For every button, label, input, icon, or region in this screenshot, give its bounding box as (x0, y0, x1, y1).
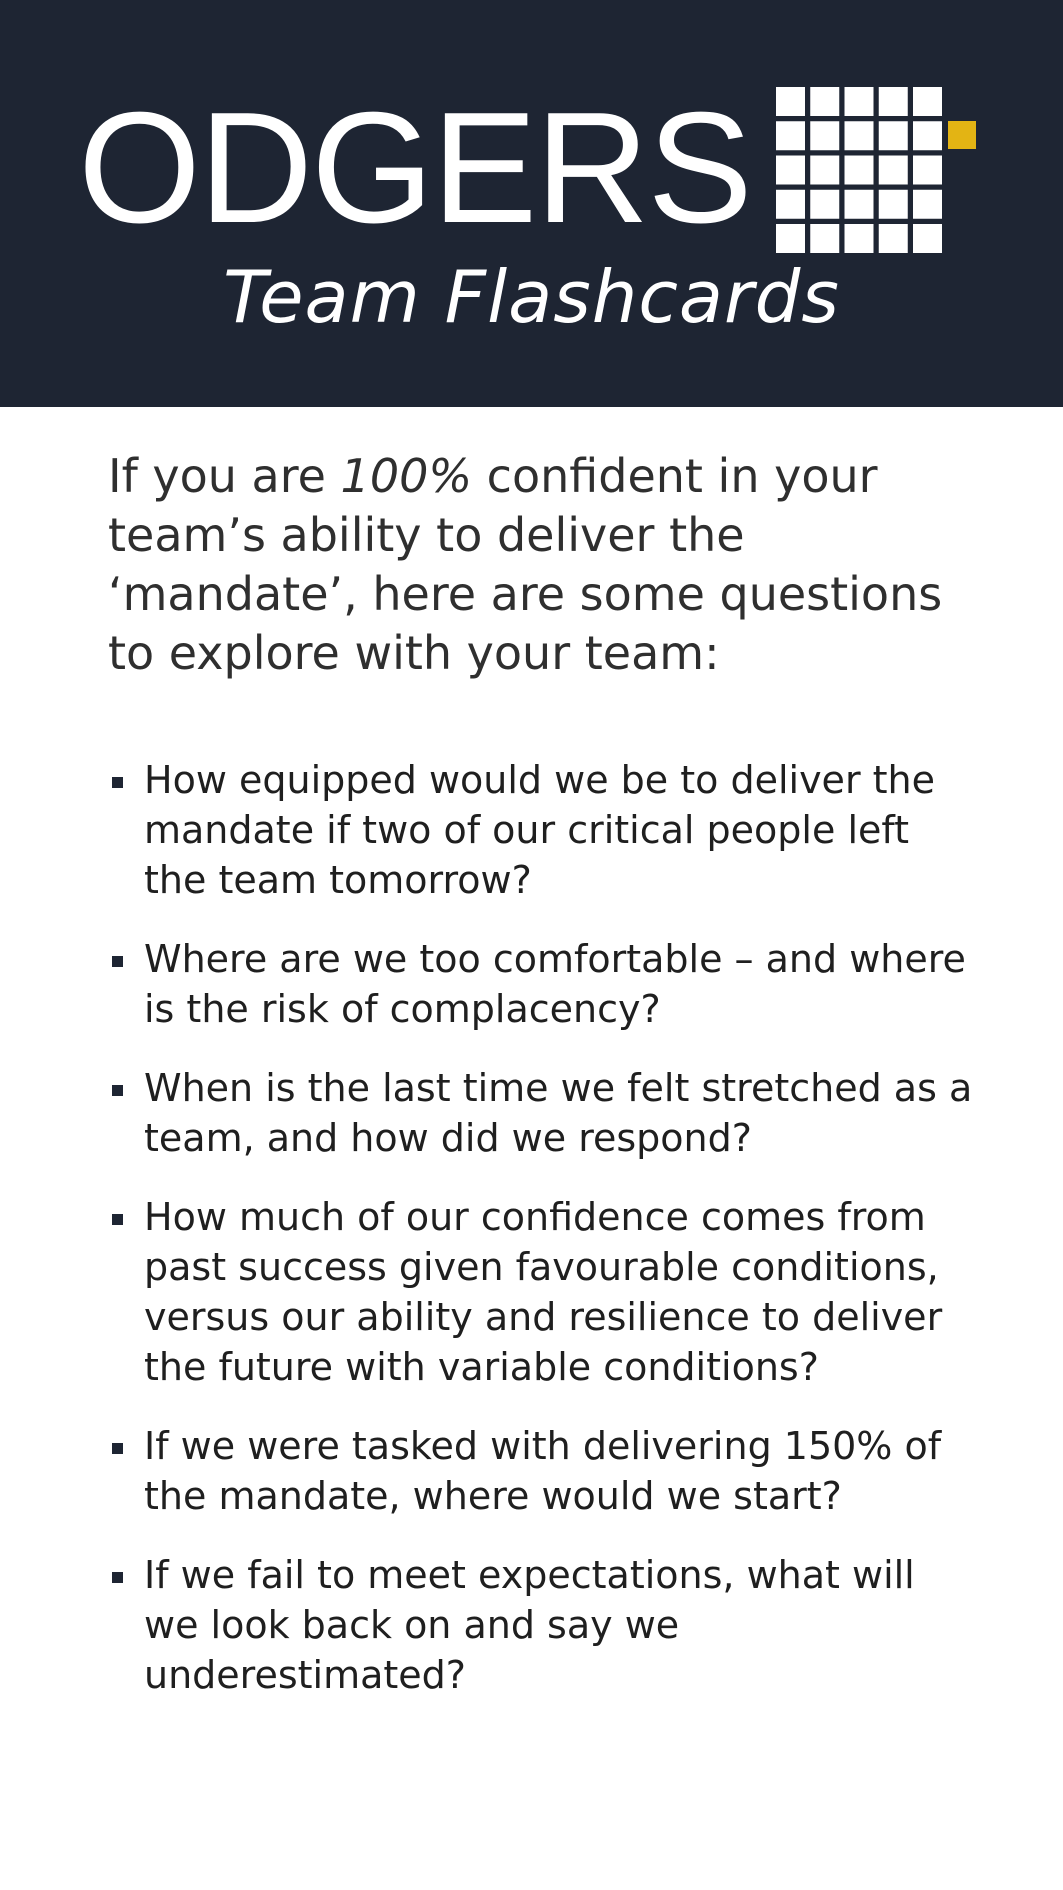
bullet-square-icon (112, 777, 123, 788)
list-item: How much of our confidence comes from pa… (108, 1192, 979, 1392)
flashcard-body: If you are 100% confident in your team’s… (0, 407, 1063, 1700)
page-title: Team Flashcards (223, 255, 840, 339)
question-text: If we were tasked with delivering 150% o… (144, 1424, 942, 1518)
logo-accent-square (948, 121, 976, 149)
bullet-square-icon (112, 1572, 123, 1583)
bullet-square-icon (112, 956, 123, 967)
header-banner: ODGERS Team Flashcards (0, 0, 1063, 407)
logo-grid-icon (776, 87, 942, 253)
question-list: How equipped would we be to deliver the … (108, 755, 979, 1700)
question-text: How much of our confidence comes from pa… (144, 1195, 943, 1389)
bullet-square-icon (112, 1214, 123, 1225)
intro-emphasis: 100% (340, 449, 473, 503)
intro-paragraph: If you are 100% confident in your team’s… (108, 447, 979, 683)
question-text: When is the last time we felt stretched … (144, 1066, 973, 1160)
question-text: How equipped would we be to deliver the … (144, 758, 936, 902)
list-item: Where are we too comfortable – and where… (108, 934, 979, 1034)
list-item: How equipped would we be to deliver the … (108, 755, 979, 905)
question-text: If we fail to meet expectations, what wi… (144, 1553, 915, 1697)
list-item: If we were tasked with delivering 150% o… (108, 1421, 979, 1521)
logo-wordmark: ODGERS (78, 88, 753, 248)
question-text: Where are we too comfortable – and where… (144, 937, 966, 1031)
bullet-square-icon (112, 1085, 123, 1096)
list-item: When is the last time we felt stretched … (108, 1063, 979, 1163)
odgers-logo: ODGERS (78, 88, 758, 248)
bullet-square-icon (112, 1443, 123, 1454)
intro-text-start: If you are (108, 449, 341, 503)
list-item: If we fail to meet expectations, what wi… (108, 1550, 979, 1700)
